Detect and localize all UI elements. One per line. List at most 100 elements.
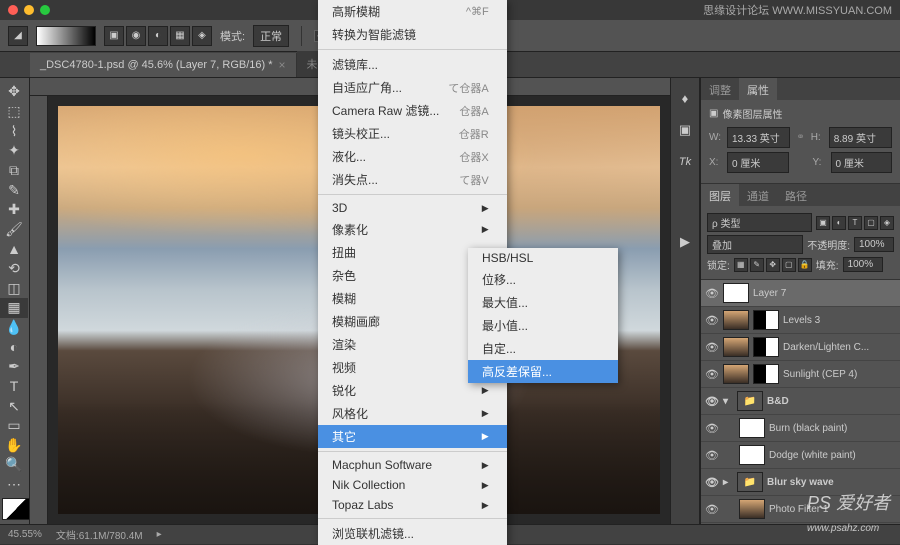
menu-item[interactable]: 风格化▶ <box>318 402 507 425</box>
lock-pixel-icon[interactable]: ✎ <box>750 258 764 272</box>
visibility-icon[interactable]: 👁 <box>705 503 719 516</box>
heal-tool[interactable]: ✚ <box>0 200 28 220</box>
x-field[interactable]: 0 厘米 <box>727 152 789 173</box>
filter-shape-icon[interactable]: ▢ <box>864 216 878 230</box>
height-field[interactable]: 8.89 英寸 <box>829 127 892 148</box>
paths-tab[interactable]: 路径 <box>777 184 815 206</box>
history-brush[interactable]: ⟲ <box>0 259 28 279</box>
layer-row[interactable]: 👁Dodge (white paint) <box>701 442 900 469</box>
ruler-vertical[interactable] <box>30 96 48 524</box>
layer-row[interactable]: 👁Levels 3 <box>701 307 900 334</box>
gradient-tool[interactable]: ▦ <box>0 298 28 318</box>
filter-pixel-icon[interactable]: ▣ <box>816 216 830 230</box>
minimize-window[interactable] <box>24 5 34 15</box>
lock-all-icon[interactable]: 🔒 <box>798 258 812 272</box>
menu-item[interactable]: 最小值... <box>468 314 618 337</box>
menu-item[interactable]: 消失点...て器V <box>318 168 507 191</box>
opacity-field[interactable]: 100% <box>854 237 894 252</box>
path-tool[interactable]: ↖ <box>0 396 28 416</box>
blend-mode-select[interactable]: 叠加 <box>707 235 803 254</box>
channels-tab[interactable]: 通道 <box>739 184 777 206</box>
eyedropper-tool[interactable]: ✎ <box>0 180 28 200</box>
zoom-tool[interactable]: 🔍 <box>0 455 28 475</box>
blur-tool[interactable]: 💧 <box>0 318 28 338</box>
filter-smart-icon[interactable]: ◈ <box>880 216 894 230</box>
marquee-tool[interactable]: ⬚ <box>0 102 28 122</box>
layer-row[interactable]: 👁Darken/Lighten C... <box>701 334 900 361</box>
type-tool[interactable]: T <box>0 377 28 397</box>
gradient-swatch[interactable] <box>36 26 96 46</box>
lock-pos-icon[interactable]: ✥ <box>766 258 780 272</box>
menu-item[interactable]: 高反差保留... <box>468 360 618 383</box>
menu-item[interactable]: 高斯模糊^⌘F <box>318 0 507 23</box>
menu-item[interactable]: 滤镜库... <box>318 53 507 76</box>
other-submenu[interactable]: HSB/HSL位移...最大值...最小值...自定...高反差保留... <box>468 248 618 383</box>
close-icon[interactable]: × <box>279 58 286 72</box>
brush-tool[interactable]: 🖌 <box>0 219 28 239</box>
actions-icon[interactable]: ▣ <box>671 118 699 142</box>
move-tool[interactable]: ✥ <box>0 82 28 102</box>
stamp-tool[interactable]: ▲ <box>0 239 28 259</box>
dodge-tool[interactable]: ◐ <box>0 337 28 357</box>
layer-row[interactable]: 👁Burn (black paint) <box>701 415 900 442</box>
visibility-icon[interactable]: 👁 <box>705 368 719 381</box>
menu-item[interactable]: 转换为智能滤镜 <box>318 23 507 46</box>
layer-row[interactable]: 👁Photo Filter 1 <box>701 496 900 523</box>
zoom-level[interactable]: 45.55% <box>8 529 42 540</box>
menu-item[interactable]: 自适应广角...て仓器A <box>318 76 507 99</box>
menu-item[interactable]: Camera Raw 滤镜...仓器A <box>318 99 507 122</box>
edit-toolbar[interactable]: ⋯ <box>0 475 28 495</box>
lock-trans-icon[interactable]: ▦ <box>734 258 748 272</box>
layers-tab[interactable]: 图层 <box>701 184 739 206</box>
layer-row[interactable]: 👁▾📁B&D <box>701 388 900 415</box>
menu-item[interactable]: 最大值... <box>468 291 618 314</box>
menu-item[interactable]: 液化...仓器X <box>318 145 507 168</box>
layer-row[interactable]: 👁Layer 7 <box>701 280 900 307</box>
tool-preset-icon[interactable]: ◢ <box>8 26 28 46</box>
menu-item[interactable]: 自定... <box>468 337 618 360</box>
width-field[interactable]: 13.33 英寸 <box>727 127 790 148</box>
eraser-tool[interactable]: ◫ <box>0 278 28 298</box>
visibility-icon[interactable]: 👁 <box>705 476 719 489</box>
layer-row[interactable]: 👁▸📁Blur sky wave <box>701 469 900 496</box>
hand-tool[interactable]: ✋ <box>0 436 28 456</box>
filter-adj-icon[interactable]: ◐ <box>832 216 846 230</box>
menu-item[interactable]: Nik Collection▶ <box>318 475 507 495</box>
menu-item[interactable]: 3D▶ <box>318 198 507 218</box>
mode-select[interactable]: 正常 <box>253 25 289 47</box>
menu-item[interactable]: Topaz Labs▶ <box>318 495 507 515</box>
menu-item[interactable]: 其它▶ <box>318 425 507 448</box>
gradient-type-icons[interactable]: ▣◉◐▦◈ <box>104 26 212 46</box>
visibility-icon[interactable]: 👁 <box>705 395 719 408</box>
menu-item[interactable]: Macphun Software▶ <box>318 455 507 475</box>
properties-tab[interactable]: 属性 <box>739 78 777 100</box>
crop-tool[interactable]: ⧉ <box>0 161 28 181</box>
lasso-tool[interactable]: ⌇ <box>0 121 28 141</box>
color-swatch[interactable] <box>2 498 30 520</box>
history-icon[interactable]: ♦ <box>671 86 699 110</box>
visibility-icon[interactable]: 👁 <box>705 449 719 462</box>
menu-item[interactable]: 位移... <box>468 268 618 291</box>
lock-artboard-icon[interactable]: ▢ <box>782 258 796 272</box>
pen-tool[interactable]: ✒ <box>0 357 28 377</box>
tk-icon[interactable]: Tk <box>671 150 699 174</box>
y-field[interactable]: 0 厘米 <box>831 152 893 173</box>
adjustments-tab[interactable]: 调整 <box>701 78 739 100</box>
close-window[interactable] <box>8 5 18 15</box>
menu-item[interactable]: HSB/HSL <box>468 248 618 268</box>
filter-type-icon[interactable]: T <box>848 216 862 230</box>
visibility-icon[interactable]: 👁 <box>705 287 719 300</box>
wand-tool[interactable]: ✦ <box>0 141 28 161</box>
status-arrow[interactable]: ▸ <box>157 529 162 540</box>
visibility-icon[interactable]: 👁 <box>705 422 719 435</box>
link-icon[interactable]: ⚭ <box>796 132 804 143</box>
layer-row[interactable]: 👁Sunlight (CEP 4) <box>701 361 900 388</box>
fill-field[interactable]: 100% <box>843 257 883 272</box>
menu-item[interactable]: 镜头校正...仓器R <box>318 122 507 145</box>
menu-item[interactable]: 浏览联机滤镜... <box>318 522 507 545</box>
shape-tool[interactable]: ▭ <box>0 416 28 436</box>
tab-active[interactable]: _DSC4780-1.psd @ 45.6% (Layer 7, RGB/16)… <box>30 53 297 77</box>
visibility-icon[interactable]: 👁 <box>705 314 719 327</box>
visibility-icon[interactable]: 👁 <box>705 341 719 354</box>
maximize-window[interactable] <box>40 5 50 15</box>
